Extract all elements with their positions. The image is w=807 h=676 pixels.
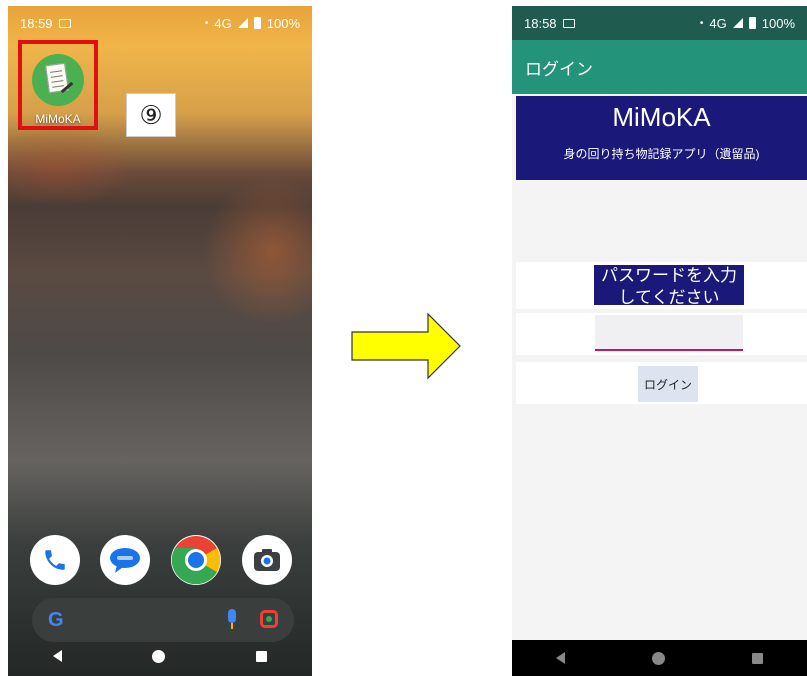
recents-icon[interactable] — [752, 652, 764, 664]
back-icon[interactable] — [53, 650, 63, 662]
back-icon[interactable] — [555, 652, 565, 664]
status-bar: 18:58 • 4G 100% — [512, 6, 807, 40]
right-arrow-icon — [351, 312, 461, 380]
wallpaper-glow — [8, 126, 138, 206]
navigation-bar — [512, 640, 807, 676]
network-type: 4G — [709, 15, 727, 31]
network-type: 4G — [214, 15, 232, 31]
sim-card-icon — [562, 18, 575, 28]
status-time: 18:58 — [524, 15, 557, 31]
banner-title: MiMoKA — [612, 102, 711, 132]
sim-card-icon — [58, 18, 71, 28]
battery-level: 100% — [266, 15, 300, 31]
battery-level: 100% — [761, 15, 795, 31]
mic-icon[interactable] — [228, 609, 236, 623]
camera-icon[interactable] — [242, 535, 292, 585]
app-banner: MiMoKA 身の回り持ち物記録アプリ（遺留品) — [516, 96, 807, 180]
login-button-row: ログイン — [516, 362, 807, 404]
banner-subtitle: 身の回り持ち物記録アプリ（遺留品) — [563, 147, 760, 161]
notification-dot-icon: • — [204, 17, 209, 29]
app-icon-mimoka[interactable]: MiMoKA — [18, 40, 98, 130]
recents-icon[interactable] — [255, 650, 267, 662]
battery-icon — [253, 17, 261, 29]
mic-stem — [231, 623, 233, 629]
navigation-bar — [8, 636, 312, 676]
home-icon[interactable] — [651, 651, 665, 665]
app-bar-title: ログイン — [525, 59, 593, 79]
password-label: パスワードを入力してください — [594, 265, 744, 305]
signal-icon — [732, 18, 743, 28]
password-label-row: パスワードを入力してください — [516, 262, 807, 309]
login-screen: 18:58 • 4G 100% ログイン MiMoKA 身の回り持ち物記録アプリ… — [512, 6, 807, 676]
password-input-row — [516, 313, 807, 355]
home-screen: 18:59 • 4G 100% MiMoKA ⑨ G — [8, 6, 312, 676]
battery-icon — [748, 17, 756, 29]
google-logo-icon: G — [48, 609, 64, 631]
wallpaper-glow — [202, 176, 312, 326]
password-input[interactable] — [595, 315, 743, 351]
step-number-badge: ⑨ — [126, 93, 176, 137]
phone-icon[interactable] — [30, 535, 80, 585]
notification-dot-icon: • — [699, 17, 704, 29]
app-bar: ログイン — [512, 40, 807, 94]
chrome-icon[interactable] — [171, 535, 221, 585]
home-icon[interactable] — [152, 649, 166, 663]
messages-icon[interactable] — [100, 535, 150, 585]
status-time: 18:59 — [20, 15, 53, 31]
app-label: MiMoKA — [35, 112, 81, 126]
lens-icon[interactable] — [260, 610, 278, 628]
status-bar: 18:59 • 4G 100% — [8, 6, 312, 40]
login-button[interactable]: ログイン — [638, 366, 698, 402]
signal-icon — [237, 18, 248, 28]
